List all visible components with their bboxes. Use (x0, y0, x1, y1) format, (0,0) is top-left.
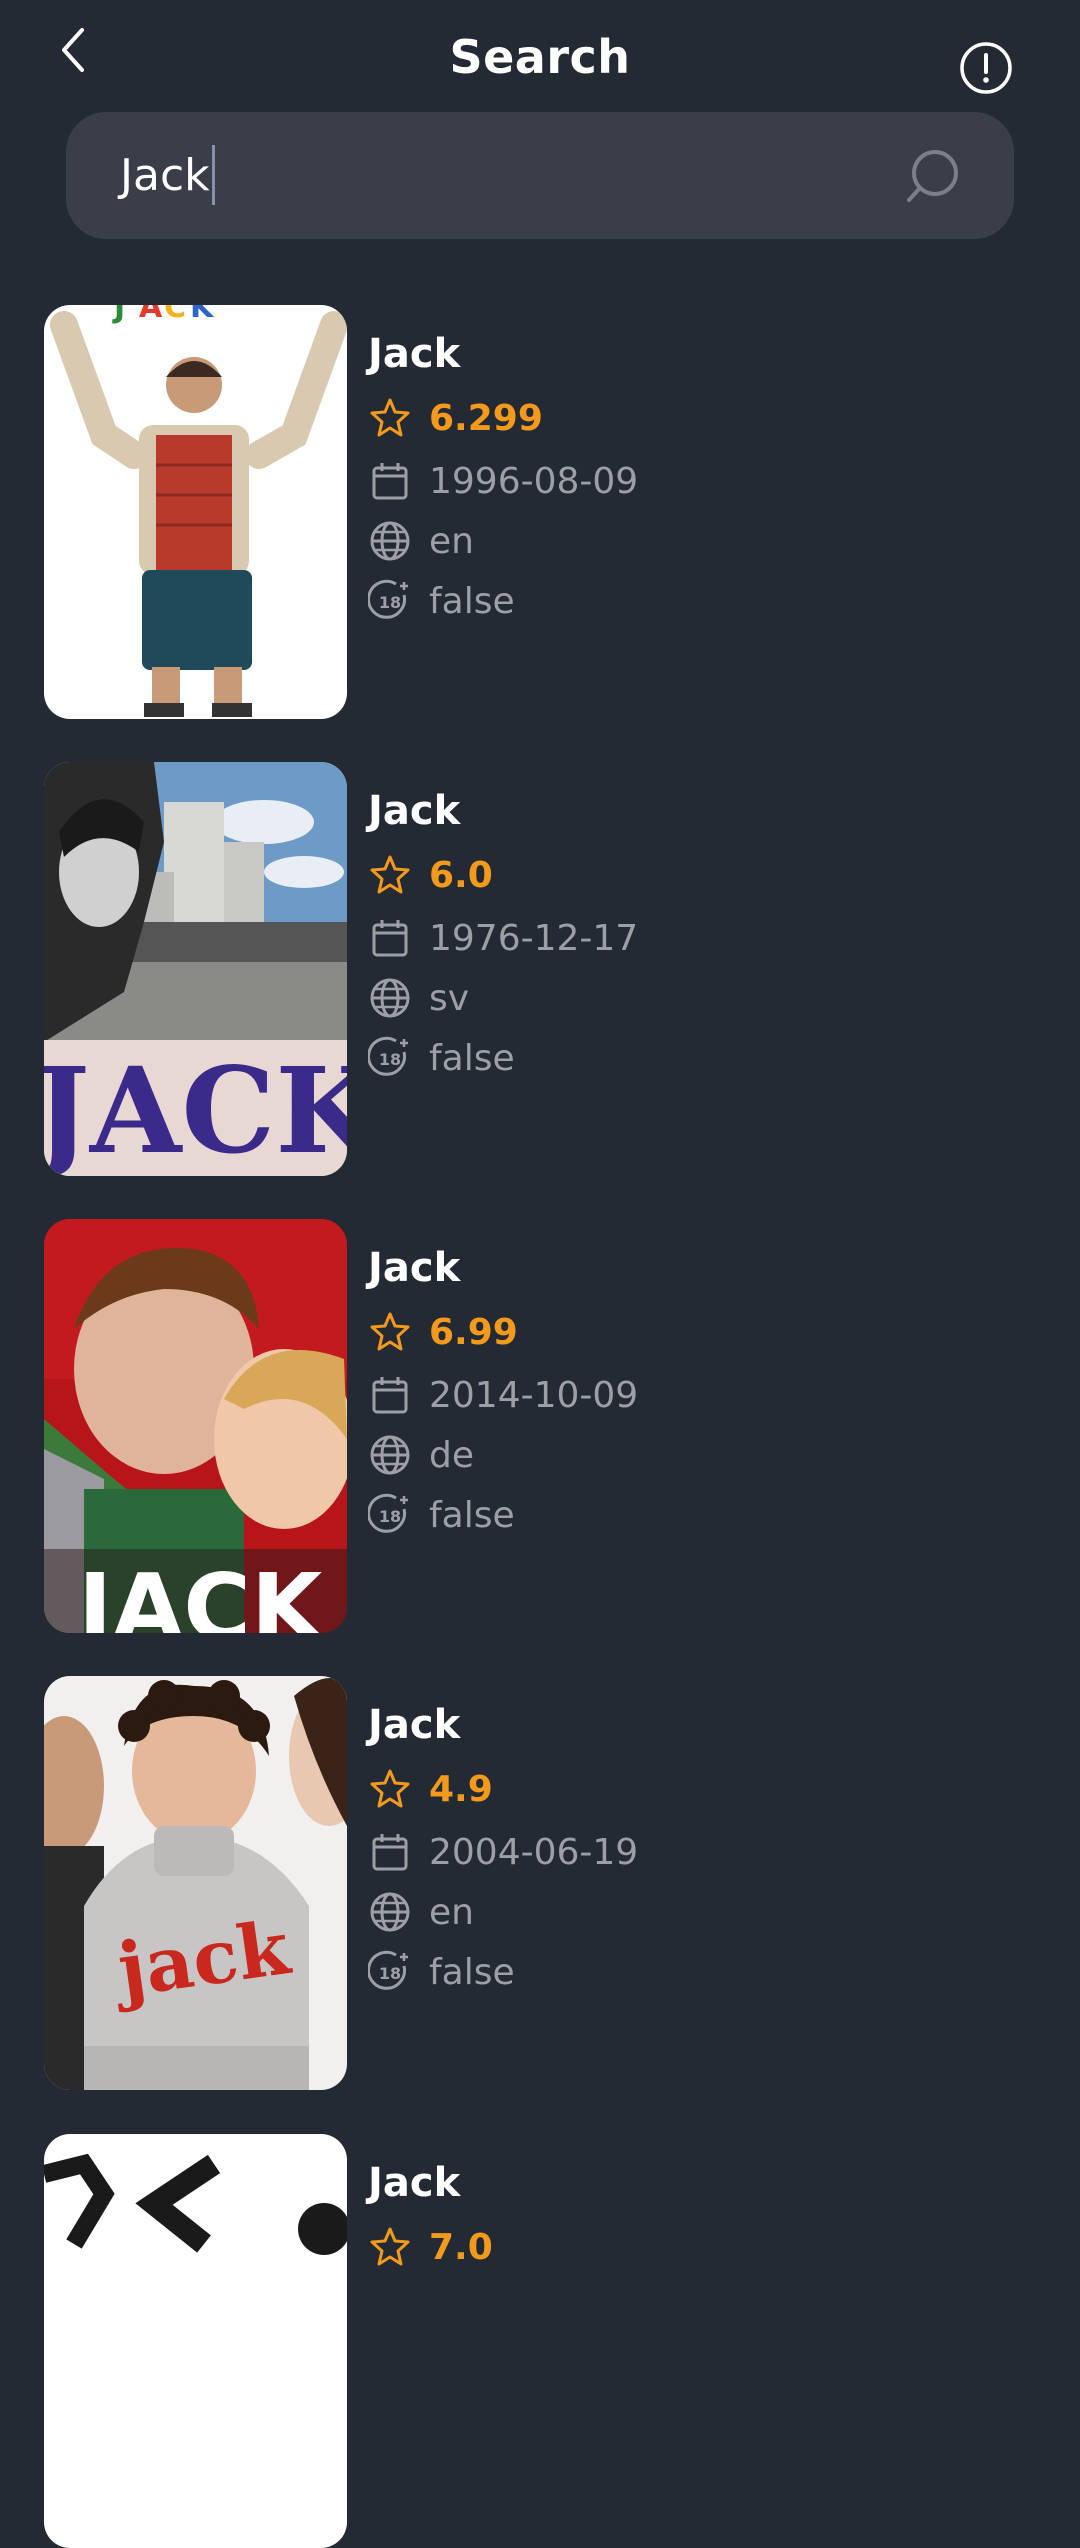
release-date-row: 1996-08-09 (368, 456, 638, 506)
adult-row: 18 false (367, 576, 515, 626)
calendar-icon (368, 916, 412, 960)
search-input-value: Jack (120, 149, 210, 201)
svg-text:J: J (112, 305, 125, 325)
svg-text:18: 18 (379, 1507, 401, 1526)
rating-row: 4.9 (368, 1764, 493, 1814)
list-item[interactable]: JACK Jack 6.99 2014-10-09 de 18 false (0, 1219, 1080, 1633)
movie-poster[interactable] (44, 2134, 347, 2548)
adult-row: 18 false (367, 1490, 515, 1540)
language: en (429, 1891, 474, 1933)
list-item[interactable]: Jack 7.0 (0, 2134, 1080, 2548)
rating-row: 6.99 (368, 1307, 518, 1357)
search-bar[interactable]: Jack (66, 112, 1014, 239)
adult-flag: false (429, 1037, 515, 1079)
language-row: en (368, 516, 474, 566)
adult-row: 18 false (367, 1947, 515, 1997)
release-date: 1996-08-09 (429, 460, 639, 502)
rating-value: 4.9 (429, 1768, 493, 1810)
language: sv (429, 977, 470, 1019)
language: en (429, 520, 474, 562)
rating-value: 6.99 (429, 1311, 518, 1353)
adult-row: 18 false (367, 1033, 515, 1083)
list-item[interactable]: J A C K Jack 6.299 1996-08-09 en 18 fals… (0, 305, 1080, 719)
release-date-row: 1976-12-17 (368, 913, 638, 963)
age-18-icon: 18 (367, 579, 412, 623)
language: de (429, 1434, 474, 1476)
release-date: 2004-06-19 (429, 1831, 639, 1873)
adult-flag: false (429, 1951, 515, 1993)
svg-text:18: 18 (379, 1964, 401, 1983)
star-icon (368, 2225, 412, 2269)
svg-text:18: 18 (379, 1050, 401, 1069)
globe-icon (368, 1433, 412, 1477)
age-18-icon: 18 (367, 1950, 412, 1994)
movie-title[interactable]: Jack (368, 331, 460, 377)
movie-poster[interactable]: JACK (44, 1219, 347, 1633)
globe-icon (368, 1890, 412, 1934)
age-18-icon: 18 (367, 1493, 412, 1537)
release-date: 2014-10-09 (429, 1374, 639, 1416)
header: Search (0, 0, 1080, 110)
rating-row: 6.299 (368, 393, 543, 443)
rating-row: 7.0 (368, 2222, 493, 2272)
calendar-icon (368, 459, 412, 503)
language-row: de (368, 1430, 474, 1480)
text-cursor (211, 145, 215, 205)
svg-text:18: 18 (379, 593, 401, 612)
movie-poster[interactable]: jack (44, 1676, 347, 2090)
star-icon (368, 1310, 412, 1354)
movie-poster[interactable]: JACK (44, 762, 347, 1176)
language-row: en (368, 1887, 474, 1937)
language-row: sv (368, 973, 469, 1023)
release-date-row: 2004-06-19 (368, 1827, 638, 1877)
info-button[interactable] (958, 40, 1014, 96)
rating-value: 6.0 (429, 854, 493, 896)
globe-icon (368, 519, 412, 563)
rating-value: 7.0 (429, 2226, 493, 2268)
info-circle-icon (960, 42, 1012, 94)
movie-title[interactable]: Jack (368, 788, 460, 834)
svg-text:C: C (164, 305, 186, 325)
calendar-icon (368, 1830, 412, 1874)
svg-text:JACK: JACK (72, 1554, 326, 1633)
star-icon (368, 853, 412, 897)
rating-row: 6.0 (368, 850, 493, 900)
movie-title[interactable]: Jack (368, 1702, 460, 1748)
movie-title[interactable]: Jack (368, 2160, 460, 2206)
movie-poster[interactable]: J A C K (44, 305, 347, 719)
search-input[interactable]: Jack (120, 142, 215, 208)
search-icon[interactable] (902, 146, 962, 206)
star-icon (368, 1767, 412, 1811)
release-date-row: 2014-10-09 (368, 1370, 638, 1420)
adult-flag: false (429, 580, 515, 622)
release-date: 1976-12-17 (429, 917, 639, 959)
svg-text:JACK: JACK (44, 1041, 347, 1176)
list-item[interactable]: jack Jack 4.9 2004-06-19 en 18 false (0, 1676, 1080, 2090)
movie-title[interactable]: Jack (368, 1245, 460, 1291)
globe-icon (368, 976, 412, 1020)
calendar-icon (368, 1373, 412, 1417)
star-icon (368, 396, 412, 440)
page-title: Search (449, 30, 631, 84)
adult-flag: false (429, 1494, 515, 1536)
list-item[interactable]: JACK Jack 6.0 1976-12-17 sv 18 false (0, 762, 1080, 1176)
svg-text:A: A (139, 305, 163, 325)
age-18-icon: 18 (367, 1036, 412, 1080)
svg-text:K: K (190, 305, 215, 325)
rating-value: 6.299 (429, 397, 543, 439)
